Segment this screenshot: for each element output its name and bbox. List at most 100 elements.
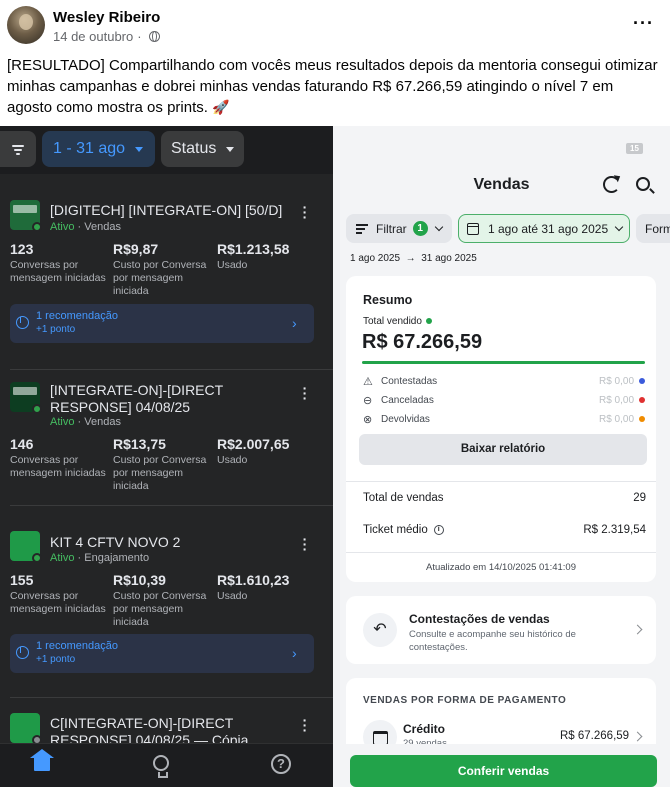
metric-spent: R$1.610,23 Usado — [217, 572, 290, 602]
total-progress-bar — [362, 361, 645, 364]
recommendation-title: 1 recomendação — [36, 640, 118, 652]
recommendation-sub: +1 ponto — [36, 654, 76, 665]
ads-manager-screenshot: 1 - 31 ago Status [DIGITECH] [INTEGRATE-… — [0, 126, 333, 787]
campaign-status: Ativo · Vendas — [50, 416, 121, 428]
payment-methods-header: VENDAS POR FORMA DE PAGAMENTO — [363, 695, 567, 706]
metric-spent: R$2.007,65 Usado — [217, 436, 290, 466]
divider — [10, 505, 333, 506]
date-filter-button[interactable]: 1 - 31 ago — [42, 131, 155, 167]
rocket-emoji: 🚀 — [212, 99, 230, 115]
metric-cost: R$9,87 Custo por Conversa por mensagem in… — [113, 241, 207, 297]
avatar[interactable] — [7, 6, 45, 44]
filter-chip-label: Filtrar — [376, 221, 407, 236]
recommendation-sub: +1 ponto — [36, 324, 76, 335]
ads-toolbar: 1 - 31 ago Status — [0, 126, 333, 174]
post-date[interactable]: 14 de outubro — [53, 29, 133, 44]
summary-title: Resumo — [363, 293, 413, 307]
kebab-menu-icon[interactable]: · · · — [302, 532, 308, 556]
divider — [346, 481, 656, 482]
status-filter-button[interactable]: Status — [161, 131, 244, 167]
payment-form-chip-label: Form — [645, 221, 670, 236]
filter-icon — [12, 144, 24, 155]
divider — [10, 697, 333, 698]
campaign-status: Ativo · Engajamento — [50, 552, 150, 564]
date-range: 1 ago 2025 → 31 ago 2025 — [350, 253, 477, 264]
info-icon[interactable]: i — [433, 524, 444, 535]
filter-chip[interactable]: Filtrar 1 — [346, 214, 452, 243]
filter-button[interactable] — [0, 131, 36, 167]
campaign-status: Ativo · Vendas — [50, 221, 121, 233]
more-options-icon[interactable]: ··· — [633, 13, 654, 34]
help-icon[interactable]: ? — [271, 754, 291, 774]
total-sold-value: R$ 67.266,59 — [362, 331, 483, 353]
kebab-menu-icon[interactable]: · · · — [302, 381, 308, 405]
metric-conversations: 123 Conversas por mensagem iniciadas — [10, 241, 106, 284]
payment-method-value: R$ 67.266,59 — [560, 730, 630, 742]
post-header: Wesley Ribeiro 14 de outubro · ··· — [0, 0, 670, 52]
chevron-down-icon — [614, 222, 624, 231]
status-filter-label: Status — [171, 140, 217, 157]
divider — [10, 369, 333, 370]
recommendation-banner[interactable]: 1 recomendação +1 ponto › — [10, 634, 314, 673]
home-icon[interactable] — [30, 749, 54, 771]
lightbulb-icon — [16, 646, 29, 659]
contestations-subtitle: Consulte e acompanhe seu histórico de co… — [409, 629, 576, 653]
return-icon: ⊗ — [363, 414, 373, 426]
date-filter-label: 1 - 31 ago — [53, 140, 126, 157]
divider — [346, 552, 656, 553]
metric-cost: R$13,75 Custo por Conversa por mensagem i… — [113, 436, 207, 492]
status-dot — [639, 416, 645, 422]
check-sales-button[interactable]: Conferir vendas — [350, 755, 657, 787]
campaign-name[interactable]: [INTEGRATE-ON]-[DIRECT RESPONSE] 04/08/2… — [50, 382, 305, 416]
author-name[interactable]: Wesley Ribeiro — [53, 9, 160, 26]
calendar-icon — [466, 222, 479, 235]
metric-conversations: 155 Conversas por mensagem iniciadas — [10, 572, 106, 615]
post-text: [RESULTADO] Compartilhando com vocês meu… — [7, 55, 662, 118]
undo-icon: ↶ — [363, 613, 397, 647]
warning-icon: ⚠ — [363, 376, 373, 388]
filter-count-badge: 1 — [412, 221, 428, 236]
metric-cost: R$10,39 Custo por Conversa por mensagem i… — [113, 572, 207, 628]
kebab-menu-icon[interactable]: · · · — [302, 200, 308, 224]
chevron-down-icon — [434, 222, 443, 231]
globe-icon — [148, 31, 160, 42]
chevron-right-icon: › — [292, 315, 297, 331]
refresh-icon[interactable] — [603, 176, 620, 193]
chevron-right-icon — [632, 624, 643, 635]
date-chip-label: 1 ago até 31 ago 2025 — [488, 221, 609, 236]
contestations-title: Contestações de vendas — [409, 612, 550, 626]
contestations-card[interactable]: ↶ Contestações de vendas Consulte e acom… — [346, 596, 656, 664]
recommendation-banner[interactable]: 1 recomendação +1 ponto › — [10, 304, 314, 343]
campaign-name[interactable]: [DIGITECH] [INTEGRATE-ON] [50/D] — [50, 202, 305, 219]
active-status-dot — [32, 553, 42, 563]
bottom-nav: ? — [0, 743, 333, 787]
metric-conversations: 146 Conversas por mensagem iniciadas — [10, 436, 106, 479]
post-meta: 14 de outubro · — [53, 29, 160, 44]
status-dot — [639, 378, 645, 384]
date-chip[interactable]: 1 ago até 31 ago 2025 — [458, 214, 630, 243]
chevron-right-icon[interactable] — [632, 731, 643, 742]
sales-screenshot: 15 Vendas Filtrar 1 1 ago até 31 ago 202… — [333, 126, 670, 787]
search-icon[interactable] — [636, 177, 650, 191]
download-report-button[interactable]: Baixar relatório — [359, 434, 647, 465]
post-body: [RESULTADO] Compartilhando com vocês meu… — [7, 57, 658, 116]
metric-spent: R$1.213,58 Usado — [217, 241, 290, 271]
payment-form-chip[interactable]: Form — [636, 214, 670, 243]
active-status-dot — [32, 404, 42, 414]
summary-card: Resumo Total vendido R$ 67.266,59 ⚠ Cont… — [346, 276, 656, 582]
battery-icon: 15 — [626, 143, 643, 154]
meta-separator: · — [137, 29, 142, 44]
total-sold-label: Total vendido — [363, 316, 432, 327]
chevron-right-icon: › — [292, 645, 297, 661]
caret-down-icon — [226, 146, 235, 152]
arrow-right-icon: → — [405, 253, 416, 264]
kebab-menu-icon[interactable]: · · · — [302, 713, 308, 737]
campaign-name[interactable]: KIT 4 CFTV NOVO 2 — [50, 534, 305, 551]
active-status-dot — [32, 222, 42, 232]
updated-timestamp: Atualizado em 14/10/2025 01:41:09 — [425, 562, 576, 573]
minus-circle-icon: ⊖ — [363, 395, 373, 407]
caret-down-icon — [135, 146, 144, 152]
lightbulb-icon[interactable] — [153, 755, 169, 778]
lightbulb-icon — [16, 316, 29, 329]
payment-method-name[interactable]: Crédito — [403, 722, 445, 736]
